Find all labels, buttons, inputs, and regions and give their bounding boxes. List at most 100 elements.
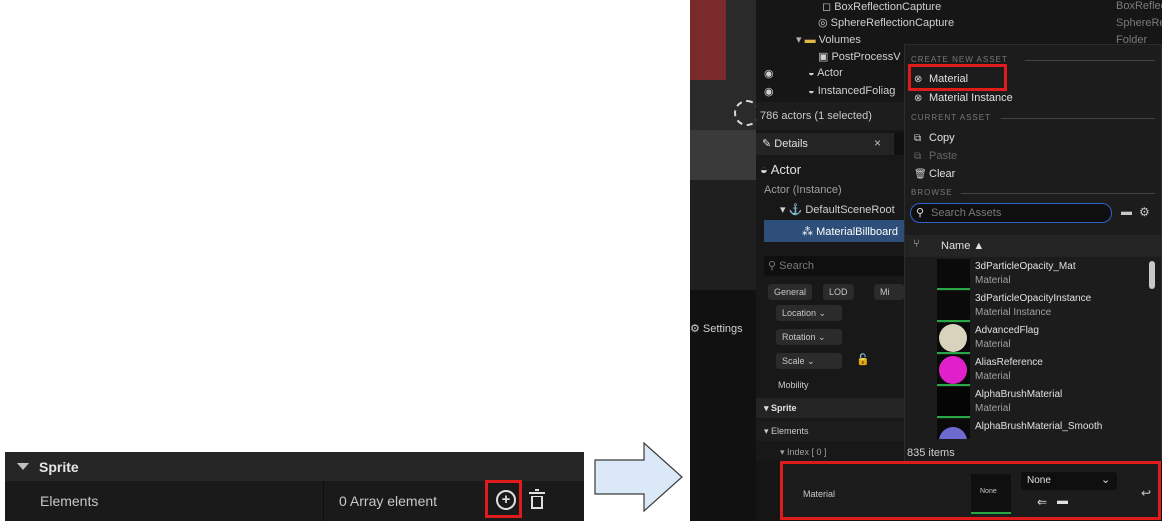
- asset-row[interactable]: AlphaBrushMaterial_Smooth: [907, 419, 1141, 439]
- asset-list-header: ⑂ Name ▲: [905, 235, 1161, 257]
- outliner-name: InstancedFoliag: [817, 85, 896, 97]
- create-material-item[interactable]: Material: [929, 73, 968, 85]
- instance-label[interactable]: Actor (Instance): [764, 184, 842, 196]
- level-viewport[interactable]: [690, 0, 760, 290]
- asset-thumbnail: [937, 355, 970, 386]
- outliner-status-bar: 786 actors (1 selected): [756, 102, 904, 130]
- elements-section-header[interactable]: ▾ Elements: [756, 421, 904, 441]
- details-tab-label: Details: [774, 138, 808, 150]
- close-tab-icon[interactable]: ×: [874, 136, 881, 150]
- sprite-section-label: Sprite: [771, 403, 797, 413]
- details-title-text: Actor: [770, 162, 802, 177]
- asset-type: Material: [975, 371, 1011, 382]
- location-label: Location: [782, 308, 817, 318]
- collapse-triangle-icon: [17, 463, 29, 470]
- lock-icon[interactable]: 🔓: [856, 353, 870, 366]
- add-circle-icon: +: [496, 490, 516, 510]
- sprite-section-header[interactable]: ▾ Sprite: [756, 398, 904, 418]
- asset-thumbnail: [937, 291, 970, 322]
- paste-icon: ⧉: [914, 151, 922, 162]
- outliner-row[interactable]: ◉ ◒ InstancedFoliag: [756, 85, 904, 102]
- asset-row[interactable]: AdvancedFlag Material: [907, 323, 1141, 354]
- settings-label: Settings: [702, 323, 743, 335]
- outliner-row[interactable]: ◎ SphereReflectionCapture: [818, 16, 954, 33]
- outliner-row[interactable]: ▣ PostProcessV: [818, 50, 901, 67]
- outliner-row[interactable]: ◻ BoxReflectionCapture: [822, 0, 941, 17]
- visibility-eye-icon[interactable]: ◉: [764, 67, 774, 80]
- tab-details[interactable]: ✎ Details ×: [756, 133, 894, 155]
- material-asset-dropdown[interactable]: None ⌄: [1021, 472, 1117, 490]
- use-selected-arrow-icon[interactable]: ⇐: [1037, 495, 1047, 509]
- column-divider: [323, 481, 324, 521]
- copy-item[interactable]: Copy: [929, 132, 955, 144]
- elements-label: Elements: [40, 493, 99, 509]
- asset-name: AlphaBrushMaterial: [975, 389, 1063, 400]
- outliner-name: BoxReflectionCapture: [834, 1, 942, 13]
- source-control-icon[interactable]: ⑂: [913, 238, 920, 250]
- current-asset-header: CURRENT ASSET: [911, 113, 1155, 122]
- tree-item[interactable]: ▾ ⚓ DefaultSceneRoot: [780, 203, 895, 216]
- right-arrow-icon: [594, 442, 683, 512]
- details-title: ◒ Actor: [760, 162, 802, 177]
- browse-header-text: BROWSE: [911, 188, 953, 197]
- trash-icon[interactable]: [529, 489, 545, 509]
- create-asset-header-text: CREATE NEW ASSET: [911, 55, 1008, 64]
- asset-list-scrollbar[interactable]: [1149, 261, 1155, 289]
- rotation-label: Rotation: [782, 332, 816, 342]
- scale-dropdown[interactable]: Scale ⌄: [776, 353, 842, 369]
- asset-name: 3dParticleOpacity_Mat: [975, 261, 1076, 272]
- filter-chip-lod[interactable]: LOD: [823, 284, 854, 300]
- sprite-section-header[interactable]: Sprite: [5, 452, 584, 481]
- asset-type: Material Instance: [975, 307, 1052, 318]
- outliner-row[interactable]: ◉ ◒ Actor: [756, 67, 904, 84]
- paste-item[interactable]: Paste: [929, 150, 957, 162]
- asset-row[interactable]: AlphaBrushMaterial Material: [907, 387, 1141, 418]
- details-search-input[interactable]: ⚲ Search: [764, 256, 904, 276]
- asset-list: 3dParticleOpacity_Mat Material 3dParticl…: [905, 259, 1145, 439]
- index-row[interactable]: ▾ Index [ 0 ]: [780, 447, 827, 458]
- outliner-name: Volumes: [818, 34, 861, 46]
- elements-section-label: Elements: [771, 426, 809, 436]
- outliner-type: BoxReflectionCaptur: [1116, 0, 1162, 12]
- search-icon: ⚲: [916, 207, 925, 219]
- outliner-name: Actor: [817, 67, 843, 79]
- add-element-button[interactable]: +: [485, 480, 522, 518]
- scale-label: Scale: [782, 356, 805, 366]
- array-element-count: 0 Array element: [339, 493, 438, 509]
- asset-row[interactable]: 3dParticleOpacity_Mat Material: [907, 259, 1141, 290]
- material-dropdown-value: None: [1027, 475, 1051, 486]
- browse-folder-icon[interactable]: ▬: [1057, 495, 1068, 507]
- settings-button[interactable]: ⚙ Settings: [690, 322, 743, 335]
- folder-browse-icon[interactable]: ▬: [1121, 206, 1132, 218]
- asset-row[interactable]: AliasReference Material: [907, 355, 1141, 386]
- material-thumbnail[interactable]: None: [971, 474, 1011, 514]
- asset-type: Material: [975, 275, 1011, 286]
- search-assets-input[interactable]: ⚲ Search Assets: [910, 203, 1112, 223]
- sprite-details-panel: Sprite Elements 0 Array element +: [5, 452, 584, 521]
- filter-chip-misc[interactable]: Mi: [874, 284, 904, 300]
- reset-arrow-icon[interactable]: ↩: [1141, 486, 1151, 500]
- expand-triangle-icon: ▾: [796, 34, 802, 46]
- gear-icon[interactable]: ⚙: [1139, 205, 1150, 219]
- chevron-down-icon: ⌄: [1101, 474, 1111, 486]
- asset-row[interactable]: 3dParticleOpacityInstance Material Insta…: [907, 291, 1141, 322]
- create-material-instance-item[interactable]: Material Instance: [929, 92, 1013, 104]
- asset-name: 3dParticleOpacityInstance: [975, 293, 1092, 304]
- rotation-dropdown[interactable]: Rotation ⌄: [776, 329, 842, 345]
- clear-trash-icon: 🗑: [914, 169, 927, 180]
- outliner-type: SphereReflectionCa: [1116, 17, 1162, 29]
- name-column-header[interactable]: Name ▲: [941, 240, 984, 252]
- visibility-eye-icon[interactable]: ◉: [764, 85, 774, 98]
- outliner-row[interactable]: ▾ ▬ Volumes: [796, 33, 861, 50]
- asset-name: AliasReference: [975, 357, 1043, 368]
- tree-item-selected[interactable]: ⁂ MaterialBillboard: [764, 220, 904, 242]
- location-dropdown[interactable]: Location ⌄: [776, 305, 842, 321]
- tree-item-label: DefaultSceneRoot: [805, 204, 895, 216]
- asset-picker-menu: CREATE NEW ASSET ⊗ Material ⊗ Material I…: [904, 44, 1162, 462]
- material-thumbnail-label: None: [980, 488, 997, 495]
- outliner-name: SphereReflectionCapture: [830, 17, 955, 29]
- clear-item[interactable]: Clear: [929, 168, 955, 180]
- filter-chip-general[interactable]: General: [768, 284, 813, 300]
- tree-item-label: MaterialBillboard: [816, 226, 898, 238]
- editor-screenshot: ⚙ Settings ◻ BoxReflectionCapture BoxRef…: [690, 0, 1162, 521]
